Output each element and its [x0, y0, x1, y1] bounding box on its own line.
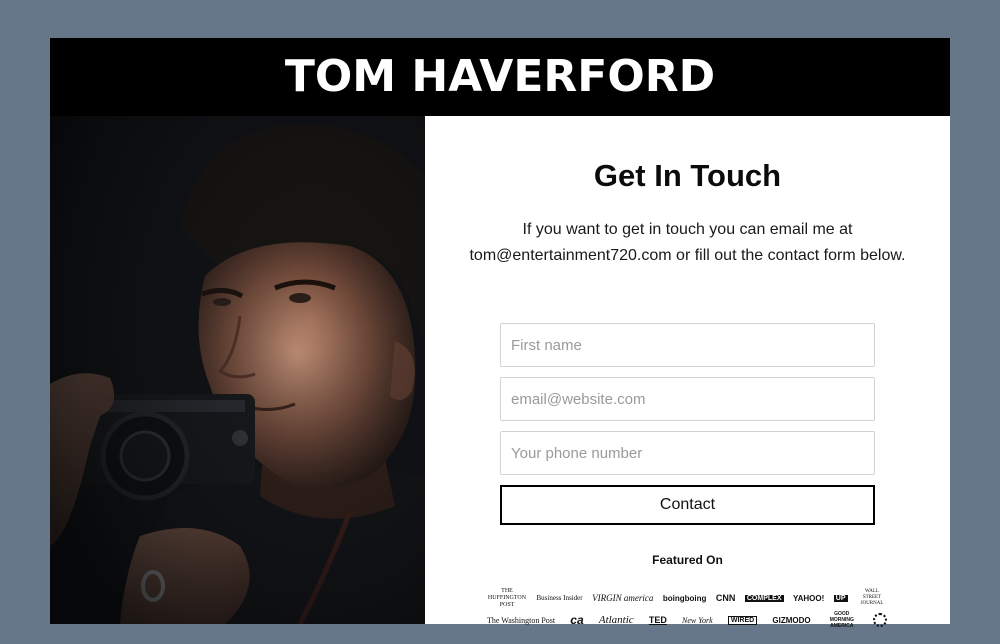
intro-line-2: tom@entertainment720.com or fill out the…: [469, 247, 906, 264]
first-name-input[interactable]: [500, 323, 875, 367]
contact-button[interactable]: Contact: [500, 485, 875, 525]
logo-new-york: New York: [682, 615, 713, 625]
logo-ca: ca: [570, 613, 584, 627]
logo-wall-street-journal: WALL STREET JOURNAL: [860, 589, 884, 606]
logo-wired: WIRED: [727, 615, 758, 625]
logo-ted: TED: [648, 615, 667, 625]
intro-text: If you want to get in touch you can emai…: [445, 217, 930, 269]
circle-logo-icon: [872, 613, 887, 627]
brand-title: TOM HAVERFORD: [284, 51, 716, 102]
logo-good-morning-america: GOOD MORNING AMERICA: [829, 611, 854, 629]
logo-yahoo: YAHOO!: [793, 593, 825, 603]
page-title: Get In Touch: [593, 158, 782, 193]
logo-atlantic: Atlantic: [598, 614, 634, 626]
phone-input[interactable]: [500, 431, 875, 475]
site-header: TOM HAVERFORD: [50, 38, 950, 116]
logo-boingboing: boingboing: [662, 593, 707, 603]
email-input[interactable]: [500, 377, 875, 421]
logo-washington-post: The Washington Post: [487, 615, 556, 625]
logo-huffington-post: THE HUFFINGTON POST: [487, 587, 527, 608]
contact-card: TOM HAVERFORD Get In Touch If you want t…: [50, 38, 950, 629]
featured-heading: Featured On: [652, 553, 723, 567]
logo-cnn: CNN: [715, 593, 736, 603]
photographer-portrait-image: [50, 116, 425, 624]
logo-complex: COMPLEX: [744, 594, 784, 602]
contact-section: Get In Touch If you want to get in touch…: [425, 116, 950, 629]
press-logos-row-2: The Washington Post ca Atlantic TED New …: [487, 609, 887, 631]
logo-business-insider: Business Insider: [536, 594, 583, 602]
portrait-photo: [50, 116, 425, 624]
logo-virgin-america: VIRGIN america: [592, 593, 654, 603]
logo-gizmodo: GIZMODO: [772, 615, 811, 625]
press-logos-row-1: THE HUFFINGTON POST Business Insider VIR…: [487, 587, 887, 609]
intro-line-1: If you want to get in touch you can emai…: [522, 221, 853, 238]
press-logos: THE HUFFINGTON POST Business Insider VIR…: [487, 587, 887, 631]
logo-up: UP: [833, 594, 848, 602]
